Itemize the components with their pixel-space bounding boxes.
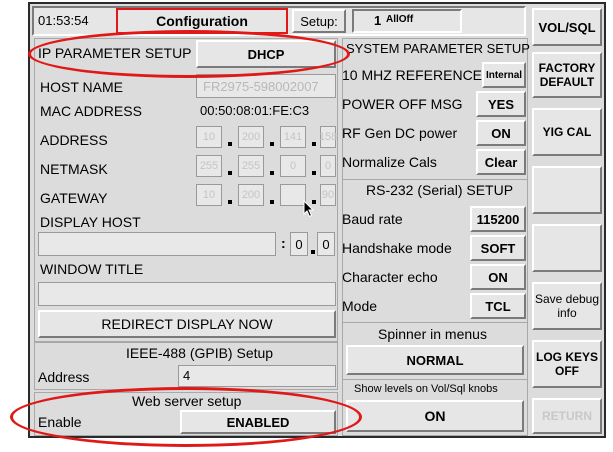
system-section-title: SYSTEM PARAMETER SETUP: [346, 41, 530, 56]
gateway-label: GATEWAY: [40, 190, 108, 206]
setup-status: AllOff: [386, 14, 414, 25]
character-echo-button[interactable]: ON: [470, 264, 526, 290]
gateway-octet-4[interactable]: 90: [320, 184, 336, 206]
gpib-address-field[interactable]: 4: [178, 365, 336, 387]
page-title: Configuration: [116, 8, 288, 34]
setup-selector[interactable]: 1 AllOff: [352, 9, 462, 33]
netmask-octet-1[interactable]: 255: [196, 155, 222, 177]
configuration-panel: 01:53:54 Configuration Setup: 1 AllOff I…: [28, 2, 606, 438]
softkey-yig-cal[interactable]: YIG CAL: [532, 108, 602, 156]
power-off-msg-label: POWER OFF MSG: [342, 96, 463, 112]
address-octet-1[interactable]: 10: [196, 126, 222, 148]
web-server-title: Web server setup: [132, 393, 242, 409]
host-name-label: HOST NAME: [40, 79, 123, 95]
address-octet-2[interactable]: 200: [238, 126, 264, 148]
baud-rate-label: Baud rate: [342, 211, 403, 227]
softkey-blank-2[interactable]: [532, 224, 602, 272]
rf-gen-dc-button[interactable]: ON: [476, 120, 526, 146]
display-host-label: DISPLAY HOST: [40, 214, 141, 230]
character-echo-label: Character echo: [342, 269, 438, 285]
mac-address-label: MAC ADDRESS: [40, 103, 142, 119]
netmask-octet-3[interactable]: 0: [280, 155, 306, 177]
ref-10mhz-label: 10 MHZ REFERENCE: [342, 67, 483, 83]
normalize-cals-button[interactable]: Clear: [476, 149, 526, 175]
baud-rate-button[interactable]: 115200: [470, 206, 526, 232]
gpib-address-label: Address: [38, 369, 90, 385]
display-number-b[interactable]: 0: [317, 232, 335, 256]
clock-time: 01:53:54: [38, 13, 89, 28]
mac-address-value: 00:50:08:01:FE:C3: [200, 103, 310, 118]
softkey-save-debug-info[interactable]: Save debug info: [532, 282, 602, 330]
serial-mode-label: Mode: [342, 298, 378, 314]
softkey-log-keys[interactable]: LOG KEYS OFF: [532, 340, 602, 388]
ip-mode-button[interactable]: DHCP: [196, 40, 336, 68]
spinner-mode-button[interactable]: NORMAL: [346, 345, 524, 375]
display-host-field[interactable]: [38, 232, 276, 256]
ip-section-label: IP PARAMETER SETUP: [38, 45, 192, 61]
softkey-blank-1[interactable]: [532, 166, 602, 214]
web-enable-label: Enable: [38, 414, 82, 430]
rf-gen-dc-label: RF Gen DC power: [342, 125, 458, 141]
redirect-display-button[interactable]: REDIRECT DISPLAY NOW: [38, 310, 336, 338]
mouse-pointer-icon: [303, 200, 315, 218]
address-octet-4[interactable]: 158: [319, 126, 337, 148]
address-label: ADDRESS: [40, 132, 108, 148]
show-levels-button[interactable]: ON: [346, 400, 524, 432]
softkey-factory-default[interactable]: FACTORY DEFAULT: [532, 52, 602, 98]
gateway-octet-1[interactable]: 10: [196, 184, 222, 206]
serial-section-title: RS-232 (Serial) SETUP: [366, 182, 514, 198]
handshake-mode-button[interactable]: SOFT: [470, 235, 526, 261]
ref-10mhz-button[interactable]: Internal: [482, 62, 526, 88]
netmask-octet-2[interactable]: 255: [238, 155, 264, 177]
gateway-octet-2[interactable]: 200: [238, 184, 264, 206]
handshake-mode-label: Handshake mode: [342, 240, 452, 256]
display-port-separator: :: [281, 235, 286, 251]
normalize-cals-label: Normalize Cals: [342, 154, 437, 170]
address-octet-3[interactable]: 141: [280, 126, 306, 148]
host-name-field[interactable]: FR2975-598002007: [196, 74, 336, 98]
setup-label: Setup:: [292, 9, 346, 33]
serial-mode-button[interactable]: TCL: [470, 293, 526, 319]
window-title-label: WINDOW TITLE: [40, 261, 144, 277]
display-number-a[interactable]: 0: [290, 232, 308, 256]
gpib-title: IEEE-488 (GPIB) Setup: [126, 345, 274, 361]
softkey-return[interactable]: RETURN: [532, 398, 602, 434]
web-enable-button[interactable]: ENABLED: [180, 410, 336, 434]
spinner-title: Spinner in menus: [378, 326, 487, 342]
window-title-field[interactable]: [38, 282, 336, 306]
power-off-msg-button[interactable]: YES: [476, 91, 526, 117]
setup-number: 1: [374, 13, 382, 28]
levels-title: Show levels on Vol/Sql knobs: [354, 383, 498, 395]
softkey-vol-sql[interactable]: VOL/SQL: [532, 8, 602, 46]
netmask-label: NETMASK: [40, 161, 108, 177]
netmask-octet-4[interactable]: 0: [320, 155, 336, 177]
